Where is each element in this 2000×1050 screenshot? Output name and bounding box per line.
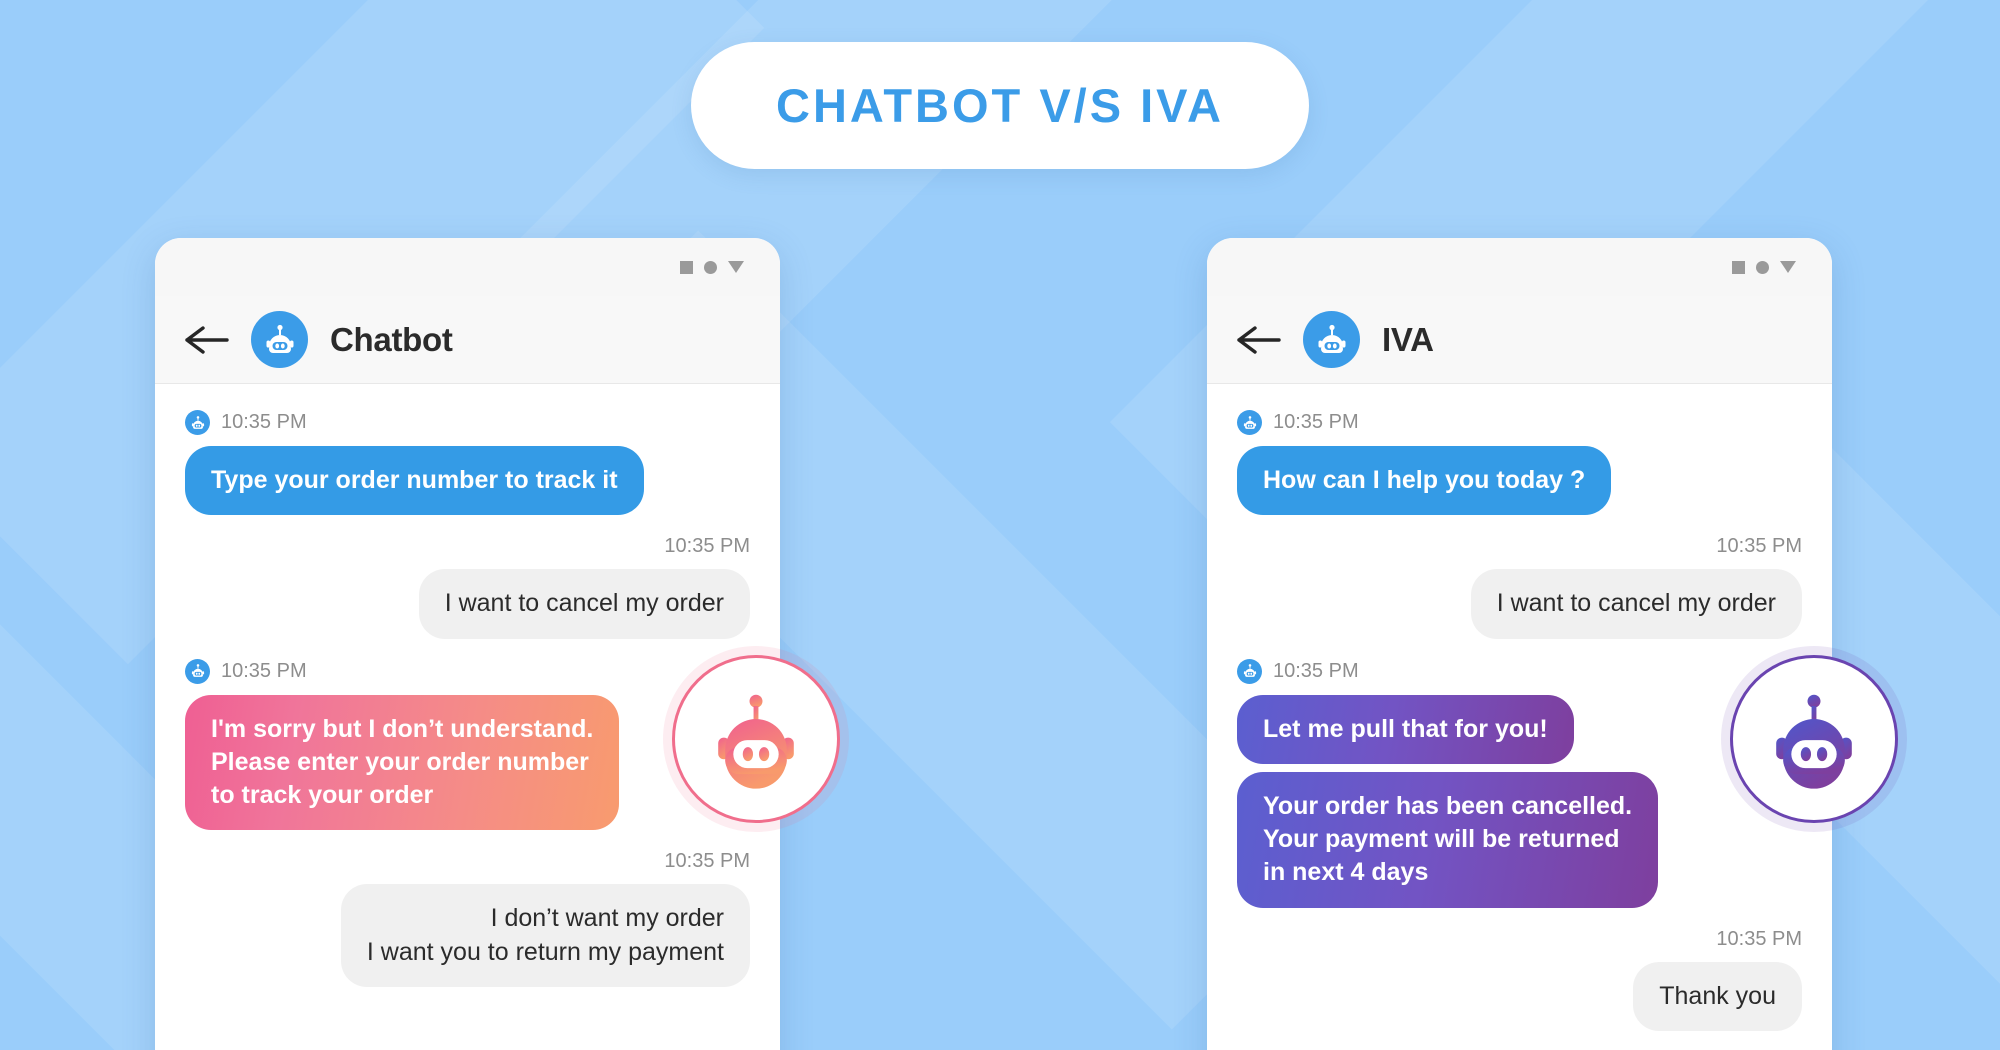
circle-icon (704, 260, 717, 274)
robot-avatar-icon (251, 311, 308, 368)
message-bubble: How can I help you today ? (1237, 446, 1612, 516)
poster-canvas: CHATBOT V/S IVA Chatbot 10:35 PM Type yo… (0, 0, 2000, 1050)
robot-avatar-icon (1237, 658, 1262, 684)
chat-title: IVA (1382, 320, 1434, 358)
message-timestamp: 10:35 PM (1716, 535, 1802, 558)
back-arrow-icon[interactable] (1237, 324, 1281, 356)
message-bubble: Your order has been cancelled. Your paym… (1237, 771, 1659, 908)
chat-header: Chatbot (155, 296, 780, 384)
square-icon (680, 260, 693, 274)
chat-title: Chatbot (330, 320, 453, 358)
message-bubble: I want to cancel my order (1470, 569, 1802, 639)
message-timestamp: 10:35 PM (221, 411, 307, 433)
message-row-user: 10:35 PM I want to cancel my order (185, 535, 750, 639)
message-bubble: I don’t want my order I want you to retu… (340, 884, 750, 987)
message-row-user: 10:35 PM I don’t want my order I want yo… (185, 850, 750, 987)
message-timestamp: 10:35 PM (664, 850, 750, 873)
message-bubble: Type your order number to track it (185, 446, 644, 516)
back-arrow-icon[interactable] (185, 324, 229, 356)
message-row-bot: 10:35 PM Let me pull that for you! (1237, 658, 1802, 764)
robot-avatar-icon (185, 410, 210, 435)
message-meta: 10:35 PM (185, 850, 750, 873)
robot-avatar-icon (1303, 311, 1360, 368)
triangle-down-icon (1780, 261, 1796, 273)
message-timestamp: 10:35 PM (664, 535, 750, 558)
status-bar (1207, 238, 1832, 296)
phone-mockup-chatbot: Chatbot 10:35 PM Type your order number … (155, 238, 780, 1050)
message-bubble: I'm sorry but I don’t understand. Please… (185, 694, 620, 831)
chat-header: IVA (1207, 296, 1832, 384)
message-meta: 10:35 PM (1237, 928, 1802, 951)
message-meta: 10:35 PM (185, 658, 750, 684)
message-meta: 10:35 PM (1237, 410, 1802, 435)
triangle-down-icon (728, 261, 744, 273)
robot-avatar-icon (1237, 410, 1262, 435)
message-timestamp: 10:35 PM (221, 659, 307, 682)
status-bar (155, 238, 780, 296)
message-row-bot: Your order has been cancelled. Your paym… (1237, 771, 1802, 908)
phone-mockup-iva: IVA 10:35 PM How can I help you today ? … (1207, 238, 1832, 1050)
page-title: CHATBOT V/S IVA (776, 79, 1224, 132)
message-row-user: 10:35 PM Thank you (1237, 928, 1802, 1031)
message-timestamp: 10:35 PM (1716, 927, 1802, 950)
page-title-pill: CHATBOT V/S IVA (691, 42, 1309, 169)
robot-avatar-icon (185, 658, 210, 684)
message-meta: 10:35 PM (185, 410, 750, 435)
message-bubble: Let me pull that for you! (1237, 694, 1574, 764)
message-row-bot: 10:35 PM I'm sorry but I don’t understan… (185, 658, 750, 831)
message-meta: 10:35 PM (185, 535, 750, 558)
message-bubble: I want to cancel my order (418, 569, 750, 639)
message-row-user: 10:35 PM I want to cancel my order (1237, 535, 1802, 639)
robot-mascot-icon-chatbot (672, 655, 840, 823)
robot-mascot-icon-iva (1730, 655, 1898, 823)
message-meta: 10:35 PM (1237, 535, 1802, 558)
message-bubble: Thank you (1633, 961, 1802, 1031)
square-icon (1732, 260, 1745, 274)
message-timestamp: 10:35 PM (1273, 411, 1359, 433)
message-row-bot: 10:35 PM Type your order number to track… (185, 410, 750, 516)
circle-icon (1756, 260, 1769, 274)
message-timestamp: 10:35 PM (1273, 659, 1359, 682)
message-meta: 10:35 PM (1237, 658, 1802, 684)
message-row-bot: 10:35 PM How can I help you today ? (1237, 410, 1802, 516)
